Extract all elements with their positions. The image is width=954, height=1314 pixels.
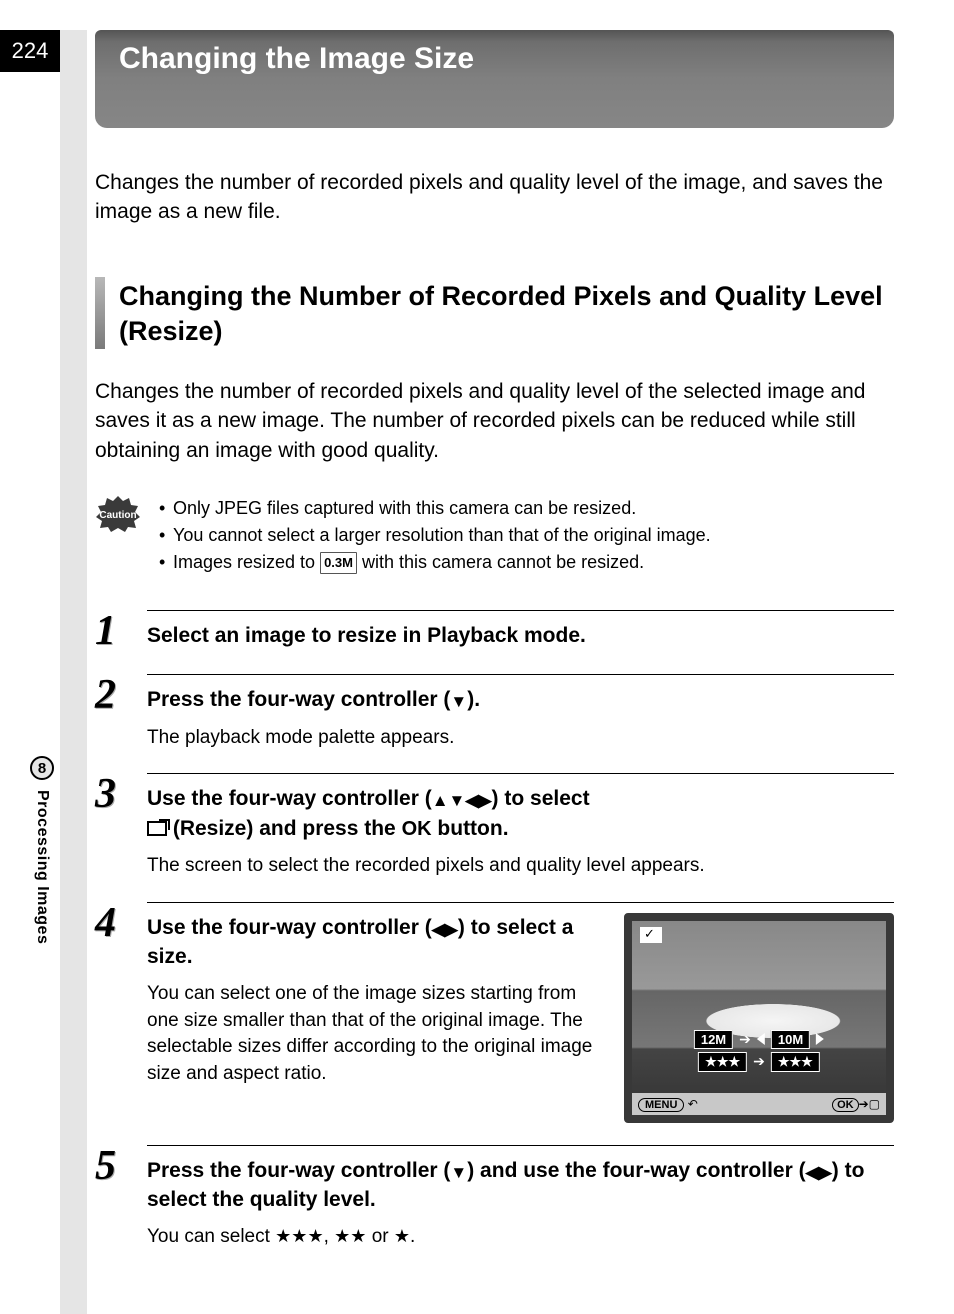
confirm-icon: ➔▢ — [859, 1097, 880, 1111]
left-triangle-icon: ◀ — [465, 791, 478, 810]
step-heading: Press the four-way controller (▼). — [147, 685, 894, 714]
step-heading: Use the four-way controller (◀▶) to sele… — [147, 913, 608, 972]
step-description: The playback mode palette appears. — [147, 725, 894, 752]
caution-block: Caution Only JPEG files captured with th… — [95, 495, 894, 576]
two-star-icon: ★★ — [334, 1226, 366, 1246]
step-1: 1 Select an image to resize in Playback … — [95, 610, 894, 652]
steps-list: 1 Select an image to resize in Playback … — [95, 610, 894, 1251]
intro-paragraph: Changes the number of recorded pixels an… — [95, 168, 894, 227]
step-heading: Press the four-way controller (▼) and us… — [147, 1156, 894, 1215]
lcd-footer: MENU ↶ OK➔▢ — [632, 1093, 886, 1115]
right-triangle-icon: ▶ — [819, 1163, 832, 1182]
subsection-intro: Changes the number of recorded pixels an… — [95, 377, 894, 465]
caution-item: You cannot select a larger resolution th… — [159, 522, 711, 549]
size-to-badge: 10M — [771, 1030, 810, 1049]
ok-button-label: OK — [832, 1098, 859, 1112]
step-description: The screen to select the recorded pixels… — [147, 853, 894, 880]
step-heading: Select an image to resize in Playback mo… — [147, 621, 894, 650]
caution-item: Only JPEG files captured with this camer… — [159, 495, 711, 522]
size-from-badge: 12M — [694, 1030, 733, 1049]
step-number: 3 — [95, 773, 125, 815]
svg-text:Caution: Caution — [99, 510, 136, 521]
page-content: Changing the Image Size Changes the numb… — [95, 0, 894, 1251]
accent-bar — [95, 277, 105, 349]
chapter-title-vertical: Processing Images — [33, 790, 51, 944]
step-4: 4 Use the four-way controller (◀▶) to se… — [95, 902, 894, 1123]
down-triangle-icon: ▼ — [449, 791, 466, 810]
resolution-badge: 0.3M — [320, 552, 357, 574]
step-number: 2 — [95, 674, 125, 716]
caution-icon: Caution — [95, 495, 141, 533]
resize-icon — [147, 821, 167, 836]
subsection: Changing the Number of Recorded Pixels a… — [95, 277, 894, 465]
arrow-right-icon: ➔ — [739, 1031, 751, 1048]
step-description: You can select one of the image sizes st… — [147, 981, 608, 1087]
step-description: You can select ★★★, ★★ or ★. — [147, 1224, 894, 1251]
step-heading: Use the four-way controller (▲▼◀▶) to se… — [147, 784, 894, 843]
step-number: 5 — [95, 1145, 125, 1187]
page-number: 224 — [0, 30, 60, 72]
camera-lcd-preview: 12M ➔ 10M ★★★ ➔ ★★★ — [624, 913, 894, 1123]
chapter-sidebar: 8 Processing Images — [30, 756, 54, 944]
step-3: 3 Use the four-way controller (▲▼◀▶) to … — [95, 773, 894, 879]
size-selector-overlay: 12M ➔ 10M ★★★ ➔ ★★★ — [694, 1030, 824, 1075]
checkmark-icon — [640, 927, 662, 943]
subsection-title: Changing the Number of Recorded Pixels a… — [119, 277, 894, 349]
down-triangle-icon: ▼ — [450, 692, 467, 711]
back-arrow-icon: ↶ — [688, 1097, 698, 1111]
quality-from-badge: ★★★ — [698, 1052, 747, 1072]
right-triangle-icon — [816, 1033, 824, 1045]
arrow-right-icon: ➔ — [753, 1053, 765, 1070]
down-triangle-icon: ▼ — [450, 1163, 467, 1182]
caution-list: Only JPEG files captured with this camer… — [159, 495, 711, 576]
page-title-banner: Changing the Image Size — [95, 30, 894, 128]
left-triangle-icon: ◀ — [432, 920, 445, 939]
menu-button-label: MENU — [638, 1098, 684, 1112]
step-number: 1 — [95, 610, 125, 652]
ok-label: OK — [402, 818, 432, 840]
step-5: 5 Press the four-way controller (▼) and … — [95, 1145, 894, 1251]
one-star-icon: ★ — [394, 1226, 410, 1246]
step-number: 4 — [95, 902, 125, 944]
up-triangle-icon: ▲ — [432, 791, 449, 810]
quality-to-badge: ★★★ — [771, 1052, 820, 1072]
left-triangle-icon: ◀ — [806, 1163, 819, 1182]
caution-item: Images resized to 0.3M with this camera … — [159, 549, 711, 576]
three-star-icon: ★★★ — [275, 1226, 323, 1246]
step-2: 2 Press the four-way controller (▼). The… — [95, 674, 894, 751]
page-gutter — [60, 30, 87, 1314]
right-triangle-icon: ▶ — [478, 791, 491, 810]
left-triangle-icon — [757, 1033, 765, 1045]
right-triangle-icon: ▶ — [445, 920, 458, 939]
chapter-number-badge: 8 — [30, 756, 54, 780]
